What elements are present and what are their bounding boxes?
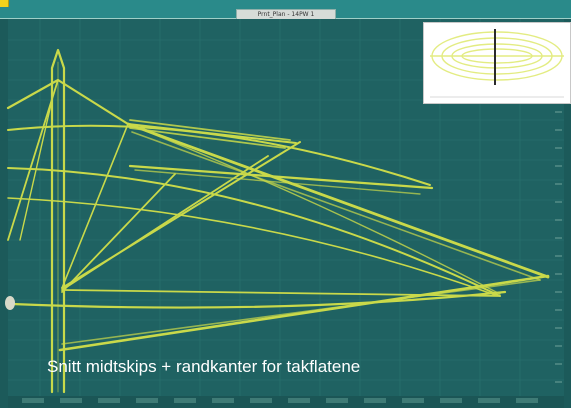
overview-thumbnail[interactable] bbox=[423, 22, 571, 104]
overview-drawing bbox=[430, 29, 564, 98]
figure-caption: Snitt midtskips + randkanter for takflat… bbox=[47, 357, 361, 376]
drawing-window: Prnt_Plan - 14PW 1 Snitt midtskips + ran… bbox=[0, 0, 571, 408]
horizontal-ruler bbox=[8, 396, 564, 408]
vertical-ruler bbox=[553, 104, 564, 396]
drag-handle-icon[interactable] bbox=[5, 296, 15, 310]
